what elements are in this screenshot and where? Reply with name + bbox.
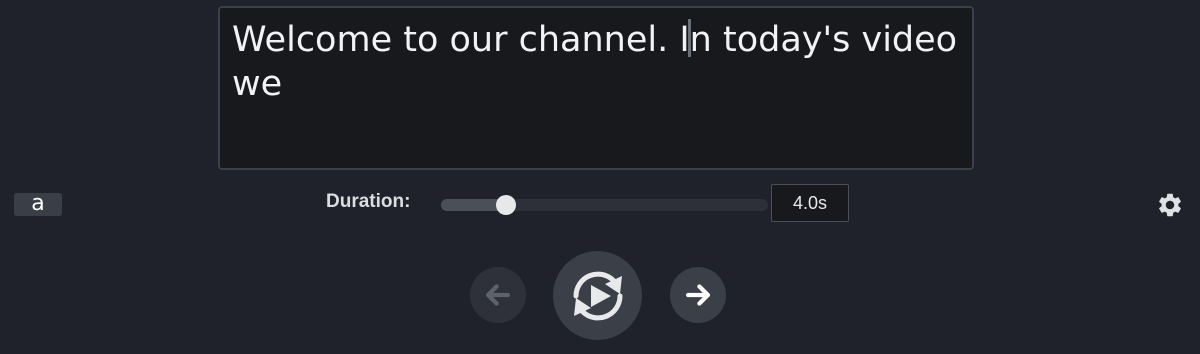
- gear-icon[interactable]: [1156, 191, 1184, 219]
- caption-text-before-cursor: Welcome to our channel. I: [232, 20, 690, 60]
- duration-input[interactable]: [771, 184, 849, 222]
- caption-text-editor[interactable]: Welcome to our channel. In today's video…: [218, 6, 974, 170]
- arrow-right-icon: [685, 284, 711, 306]
- arrow-left-icon: [485, 284, 511, 306]
- duration-slider[interactable]: [441, 195, 768, 215]
- duration-slider-thumb[interactable]: [496, 195, 517, 215]
- next-caption-button[interactable]: [670, 267, 726, 323]
- caption-text[interactable]: Welcome to our channel. In today's video…: [232, 18, 960, 106]
- replay-play-button[interactable]: [553, 251, 642, 340]
- text-style-button[interactable]: a: [14, 193, 62, 216]
- previous-caption-button[interactable]: [470, 267, 526, 323]
- replay-play-icon: [573, 271, 622, 320]
- duration-label: Duration:: [326, 191, 411, 212]
